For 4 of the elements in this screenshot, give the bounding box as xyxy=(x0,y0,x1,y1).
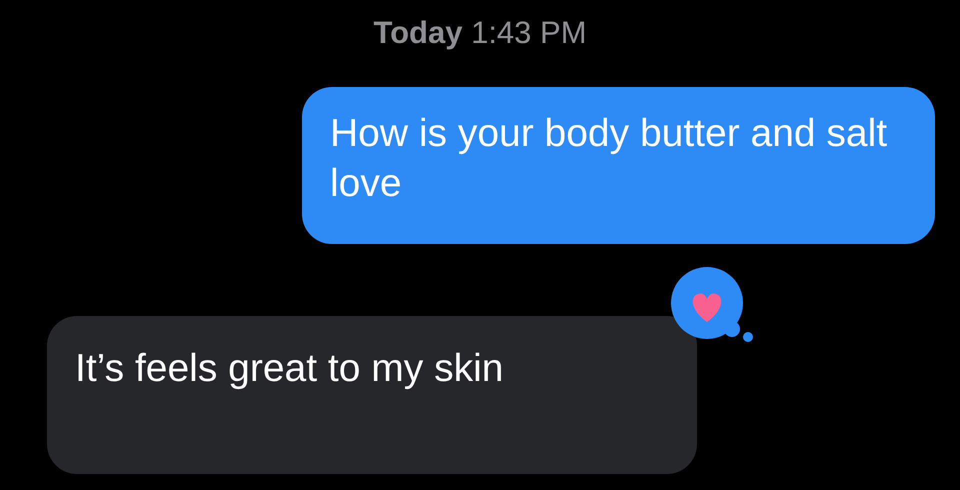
sent-message-bubble: How is your body butter and salt love xyxy=(302,87,935,244)
received-message-bubble: It’s feels great to my skin xyxy=(47,316,697,474)
timestamp: Today 1:43 PM xyxy=(372,14,588,52)
heart-reaction-icon[interactable] xyxy=(670,266,754,342)
